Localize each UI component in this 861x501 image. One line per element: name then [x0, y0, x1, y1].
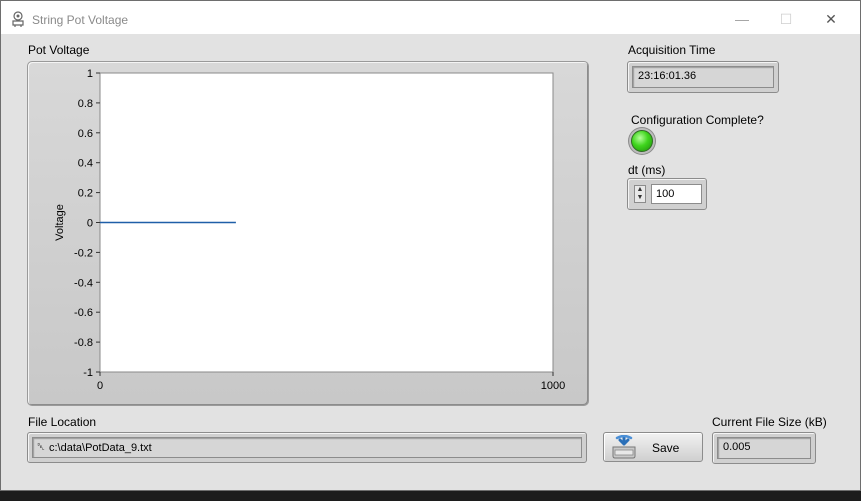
file-location-indicator: ␡ c:\data\PotData_9.txt: [27, 432, 587, 463]
title-bar: String Pot Voltage — ☐ ✕: [1, 1, 860, 34]
x-tick-label: 1000: [541, 380, 565, 392]
window: String Pot Voltage — ☐ ✕ Pot Voltage 1 0.…: [0, 0, 861, 491]
y-tick-label: -0.8: [74, 337, 93, 349]
save-button-label: Save: [652, 441, 680, 455]
file-size-indicator: 0.005: [712, 432, 816, 464]
config-complete-led: [631, 130, 653, 152]
close-button[interactable]: ✕: [820, 9, 842, 29]
y-tick-label: -0.2: [74, 247, 93, 259]
graph-label: Pot Voltage: [28, 43, 90, 57]
increment-arrow-icon[interactable]: ▲: [635, 186, 645, 194]
window-title: String Pot Voltage: [32, 13, 129, 27]
save-disk-icon: [612, 435, 636, 459]
dt-numeric-control: ▲ ▼ 100: [627, 178, 707, 210]
dt-stepper[interactable]: ▲ ▼: [634, 185, 646, 203]
front-panel: Pot Voltage 1 0.8 0.6 0.4 0.2 0 -0.2 -0.4 -0.6 -0…: [1, 34, 860, 490]
y-tick-label: 0.6: [78, 128, 93, 140]
file-location-display: ␡ c:\data\PotData_9.txt: [32, 437, 582, 458]
dt-label: dt (ms): [628, 163, 666, 177]
chart-svg: 1 0.8 0.6 0.4 0.2 0 -0.2 -0.4 -0.6 -0.8 -1 0 1000 Vol…: [54, 68, 565, 392]
y-axis-label: Voltage: [54, 204, 66, 241]
y-tick-label: 1: [87, 68, 93, 80]
file-location-value: c:\data\PotData_9.txt: [49, 442, 152, 454]
acquisition-time-label: Acquisition Time: [628, 43, 716, 57]
acquisition-time-indicator: 23:16:01.36: [627, 61, 779, 93]
y-tick-label: -0.4: [74, 277, 93, 289]
app-icon: [12, 11, 24, 27]
maximize-button[interactable]: ☐: [775, 9, 797, 29]
y-tick-label: -0.6: [74, 307, 93, 319]
voltage-graph: 1 0.8 0.6 0.4 0.2 0 -0.2 -0.4 -0.6 -0.8 -1 0 1000 Vol…: [27, 61, 589, 406]
decrement-arrow-icon[interactable]: ▼: [635, 194, 645, 202]
x-tick-label: 0: [97, 380, 103, 392]
file-size-label: Current File Size (kB): [712, 415, 827, 429]
file-size-value: 0.005: [717, 437, 811, 459]
save-button[interactable]: Save: [603, 432, 703, 462]
path-icon: ␡: [37, 442, 45, 453]
minimize-button[interactable]: —: [731, 9, 753, 29]
y-tick-label: 0.4: [78, 158, 93, 170]
file-location-label: File Location: [28, 415, 97, 429]
y-tick-label: 0: [87, 218, 93, 230]
y-tick-label: 0.2: [78, 188, 93, 200]
y-tick-label: 0.8: [78, 98, 93, 110]
dt-input[interactable]: 100: [651, 184, 702, 204]
y-tick-label: -1: [83, 367, 93, 379]
acquisition-time-value: 23:16:01.36: [632, 66, 774, 88]
config-complete-label: Configuration Complete?: [631, 113, 764, 127]
